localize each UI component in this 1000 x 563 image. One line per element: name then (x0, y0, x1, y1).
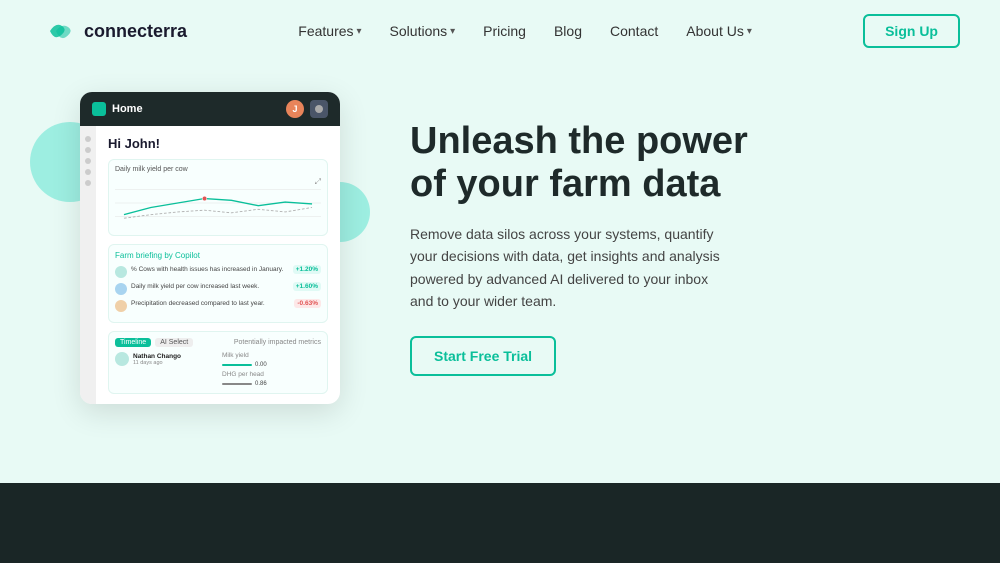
nav-contact[interactable]: Contact (610, 23, 658, 39)
animal-name: Nathan Chango (133, 353, 214, 360)
metric-line-1 (222, 364, 252, 366)
chart-section: Daily milk yield per cow ⤢ (108, 159, 328, 236)
briefing-item-2: Daily milk yield per cow increased last … (115, 282, 321, 295)
timeline-col-right: Milk yield 0.00 DHG per head 0.86 (222, 352, 321, 387)
sidebar-dot-1 (85, 136, 91, 142)
dashboard-mockup: Home J Hi Joh (60, 92, 350, 404)
chart-svg (115, 177, 321, 229)
about-chevron: ▾ (747, 26, 752, 37)
briefing-badge-1: +1.20% (293, 265, 321, 274)
navbar: connecterra Features ▾ Solutions ▾ Prici… (0, 0, 1000, 62)
animal-avatar (115, 352, 129, 366)
sidebar-dot-5 (85, 180, 91, 186)
hero-subtitle: Remove data silos across your systems, q… (410, 223, 730, 313)
hero-text: Unleash the power of your farm data Remo… (390, 120, 940, 377)
chart-expand-icon[interactable]: ⤢ (315, 177, 321, 187)
dashboard-greeting: Hi John! (108, 136, 328, 151)
chart-area: ⤢ (115, 177, 321, 229)
nav-links: Features ▾ Solutions ▾ Pricing Blog Cont… (298, 23, 752, 39)
hero-title: Unleash the power of your farm data (410, 120, 940, 207)
logo[interactable]: connecterra (40, 18, 187, 44)
dhg-metric: 0.86 (222, 381, 321, 387)
nav-solutions[interactable]: Solutions ▾ (390, 23, 456, 39)
briefing-item-1: % Cows with health issues has increased … (115, 265, 321, 278)
dashboard-topbar: Home J (80, 92, 340, 126)
bottom-bar (0, 483, 1000, 563)
dhg-label: DHG per head (222, 371, 321, 378)
topbar-avatar-orange: J (286, 100, 304, 118)
start-free-trial-button[interactable]: Start Free Trial (410, 336, 556, 376)
sidebar-dot-4 (85, 169, 91, 175)
sidebar-dot-3 (85, 158, 91, 164)
hero-section: Home J Hi Joh (0, 72, 1000, 404)
timeline-section: Timeline AI Select Potentially impacted … (108, 331, 328, 394)
metric-val-1: 0.00 (255, 362, 267, 368)
tab-ai-select[interactable]: AI Select (155, 338, 193, 347)
topbar-avatar-dark (310, 100, 328, 118)
timeline-header: Timeline AI Select Potentially impacted … (115, 338, 321, 347)
briefing-header: Farm briefing by Copilot (115, 251, 321, 260)
briefing-bullet-2 (115, 283, 127, 295)
briefing-item-3: Precipitation decreased compared to last… (115, 299, 321, 312)
nav-features[interactable]: Features ▾ (298, 23, 361, 39)
potentially-impacted-label: Potentially impacted metrics (234, 339, 321, 346)
animal-sub: 11 days ago (133, 360, 214, 366)
features-chevron: ▾ (357, 26, 362, 37)
nav-blog[interactable]: Blog (554, 23, 582, 39)
dashboard-topbar-title: Home (112, 103, 143, 115)
briefing-bullet-1 (115, 266, 127, 278)
nav-about[interactable]: About Us ▾ (686, 23, 752, 39)
metric-val-2: 0.86 (255, 381, 267, 387)
brand-name: connecterra (84, 21, 187, 42)
tab-timeline[interactable]: Timeline (115, 338, 151, 347)
timeline-col-left: Nathan Chango 11 days ago (115, 352, 214, 387)
dashboard-body: Hi John! Daily milk yield per cow ⤢ (96, 126, 340, 404)
signup-button[interactable]: Sign Up (863, 14, 960, 48)
briefing-badge-3: -0.63% (294, 299, 321, 308)
chart-title: Daily milk yield per cow (115, 166, 321, 173)
nav-pricing[interactable]: Pricing (483, 23, 526, 39)
milk-yield-label: Milk yield (222, 352, 321, 359)
briefing-bullet-3 (115, 300, 127, 312)
timeline-cols: Nathan Chango 11 days ago Milk yield 0.0… (115, 352, 321, 387)
dashboard-home-icon (92, 102, 106, 116)
milk-yield-metric: 0.00 (222, 362, 321, 368)
sidebar-dot-2 (85, 147, 91, 153)
logo-icon (40, 18, 76, 44)
dashboard-card: Home J Hi Joh (80, 92, 340, 404)
briefing-text-2: Daily milk yield per cow increased last … (131, 282, 259, 291)
briefing-text-1: % Cows with health issues has increased … (131, 265, 283, 274)
farm-briefing: Farm briefing by Copilot % Cows with hea… (108, 244, 328, 323)
timeline-item: Nathan Chango 11 days ago (115, 352, 214, 366)
briefing-badge-2: +1.60% (293, 282, 321, 291)
metric-line-2 (222, 383, 252, 385)
briefing-text-3: Precipitation decreased compared to last… (131, 299, 265, 308)
solutions-chevron: ▾ (450, 26, 455, 37)
